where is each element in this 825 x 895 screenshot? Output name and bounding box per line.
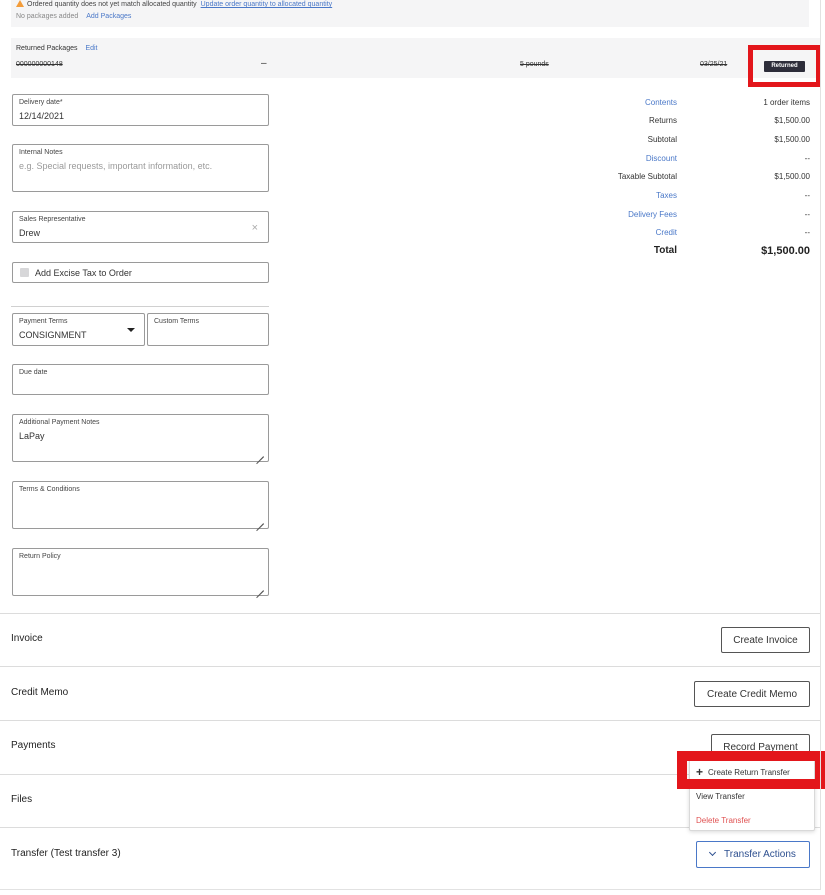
summary-taxable-subtotal-label: Taxable Subtotal xyxy=(617,172,677,181)
sales-representative-value[interactable]: Drew xyxy=(19,228,40,238)
create-return-transfer-menu-item[interactable]: + Create Return Transfer xyxy=(696,765,790,779)
additional-payment-notes-field[interactable]: Additional Payment Notes LaPay xyxy=(12,414,269,462)
terms-conditions-label: Terms & Conditions xyxy=(19,486,80,493)
view-transfer-menu-item[interactable]: View Transfer xyxy=(696,792,745,801)
summary-taxes-value: -- xyxy=(804,191,810,200)
resize-handle-icon[interactable] xyxy=(256,516,264,524)
delivery-date-field[interactable]: Delivery date* 12/14/2021 xyxy=(12,94,269,126)
section-divider xyxy=(0,613,821,614)
sales-representative-field[interactable]: Sales Representative Drew × xyxy=(12,211,269,243)
payment-terms-value[interactable]: CONSIGNMENT xyxy=(19,330,87,340)
due-date-field[interactable]: Due date xyxy=(12,364,269,395)
summary-discount-link[interactable]: Discount xyxy=(646,154,677,163)
delete-transfer-menu-item[interactable]: Delete Transfer xyxy=(696,816,751,825)
update-quantity-link[interactable]: Update order quantity to allocated quant… xyxy=(201,1,333,8)
edit-returned-packages-link[interactable]: Edit xyxy=(85,45,97,52)
order-detail-page: Ordered quantity does not yet match allo… xyxy=(0,0,825,895)
resize-handle-icon[interactable] xyxy=(256,583,264,591)
invoice-section-title: Invoice xyxy=(11,633,43,644)
create-credit-memo-button[interactable]: Create Credit Memo xyxy=(694,681,810,707)
delivery-date-label: Delivery date* xyxy=(19,99,63,106)
due-date-label: Due date xyxy=(19,369,48,376)
summary-credit-value: -- xyxy=(804,228,810,237)
add-packages-link[interactable]: Add Packages xyxy=(86,13,131,20)
custom-terms-field[interactable]: Custom Terms xyxy=(147,313,269,346)
section-divider xyxy=(0,666,821,667)
warning-icon xyxy=(16,0,24,7)
sales-representative-label: Sales Representative xyxy=(19,216,86,223)
excise-tax-label: Add Excise Tax to Order xyxy=(35,268,132,278)
allocation-warning: Ordered quantity does not yet match allo… xyxy=(16,0,332,9)
returned-package-dash: – xyxy=(261,58,267,69)
returned-packages-panel xyxy=(11,38,821,78)
internal-notes-label: Internal Notes xyxy=(19,149,63,156)
summary-subtotal-value: $1,500.00 xyxy=(774,135,810,144)
section-divider xyxy=(0,720,821,721)
create-invoice-button[interactable]: Create Invoice xyxy=(721,627,810,653)
panel-bottom-border xyxy=(0,889,821,890)
payment-terms-label: Payment Terms xyxy=(19,318,68,325)
payments-section-title: Payments xyxy=(11,740,56,751)
transfer-actions-button[interactable]: Transfer Actions xyxy=(696,841,810,868)
clear-icon[interactable]: × xyxy=(252,222,258,234)
transfer-actions-label: Transfer Actions xyxy=(724,849,796,860)
summary-discount-value: -- xyxy=(804,154,810,163)
return-policy-label: Return Policy xyxy=(19,553,61,560)
summary-total-value: $1,500.00 xyxy=(761,245,810,257)
no-packages-text: No packages added xyxy=(16,13,79,20)
returned-package-quantity: 5 pounds xyxy=(520,61,549,68)
return-policy-field[interactable]: Return Policy xyxy=(12,548,269,596)
payment-terms-select[interactable]: Payment Terms CONSIGNMENT xyxy=(12,313,145,346)
returned-package-id: 000000000148 xyxy=(16,61,63,68)
plus-icon: + xyxy=(696,765,704,779)
summary-credit-link[interactable]: Credit xyxy=(656,228,677,237)
caret-down-icon[interactable] xyxy=(127,328,135,332)
warning-message: Ordered quantity does not yet match allo… xyxy=(27,1,197,8)
summary-taxes-link[interactable]: Taxes xyxy=(656,191,677,200)
chevron-down-icon xyxy=(709,848,717,857)
resize-handle-icon[interactable] xyxy=(256,449,264,457)
form-divider xyxy=(11,306,269,307)
credit-memo-section-title: Credit Memo xyxy=(11,687,69,698)
custom-terms-label: Custom Terms xyxy=(154,318,199,325)
additional-payment-notes-label: Additional Payment Notes xyxy=(19,419,100,426)
files-section-title: Files xyxy=(11,794,33,805)
summary-delivery-fees-value: -- xyxy=(804,210,810,219)
excise-tax-checkbox[interactable] xyxy=(20,268,29,277)
returned-status-badge: Returned xyxy=(764,61,805,72)
returned-packages-title: Returned Packages xyxy=(16,45,78,52)
returned-packages-header: Returned Packages Edit xyxy=(16,45,98,52)
transfer-section-title: Transfer (Test transfer 3) xyxy=(11,848,121,859)
excise-tax-field[interactable]: Add Excise Tax to Order xyxy=(12,262,269,283)
additional-payment-notes-value[interactable]: LaPay xyxy=(19,431,45,441)
packages-status: No packages added Add Packages xyxy=(16,13,131,20)
returned-package-date: 03/25/21 xyxy=(700,61,728,68)
summary-returns-value: $1,500.00 xyxy=(774,116,810,125)
summary-contents-value: 1 order items xyxy=(763,98,810,107)
summary-taxable-subtotal-value: $1,500.00 xyxy=(774,172,810,181)
internal-notes-placeholder[interactable]: e.g. Special requests, important informa… xyxy=(19,161,212,171)
summary-contents-link[interactable]: Contents xyxy=(645,98,677,107)
summary-subtotal-label: Subtotal xyxy=(647,135,677,144)
terms-conditions-field[interactable]: Terms & Conditions xyxy=(12,481,269,529)
panel-right-border xyxy=(820,0,821,890)
summary-total-label: Total xyxy=(653,245,677,256)
summary-returns-label: Returns xyxy=(648,116,677,125)
summary-delivery-fees-link[interactable]: Delivery Fees xyxy=(628,210,677,219)
create-return-transfer-label: Create Return Transfer xyxy=(708,768,790,777)
internal-notes-field[interactable]: Internal Notes e.g. Special requests, im… xyxy=(12,144,269,192)
delivery-date-value[interactable]: 12/14/2021 xyxy=(19,111,64,121)
